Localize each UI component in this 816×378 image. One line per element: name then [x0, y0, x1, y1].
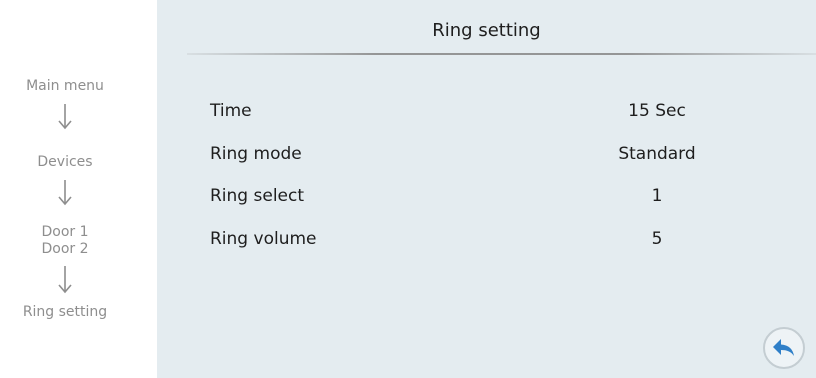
setting-value[interactable]: 1 — [587, 184, 727, 208]
setting-label: Ring volume — [210, 229, 317, 249]
flow-step-main-menu: Main menu — [26, 78, 104, 94]
setting-value[interactable]: Standard — [587, 142, 727, 166]
settings-panel: Ring setting Time 15 Sec Ring mode Stand… — [157, 0, 816, 378]
setting-value[interactable]: 15 Sec — [587, 99, 727, 123]
setting-label: Ring mode — [210, 144, 302, 164]
arrow-down-icon — [58, 266, 72, 294]
title-divider — [187, 53, 816, 55]
back-button[interactable] — [763, 327, 805, 369]
ring-setting-screen: Main menu Devices Door 1 Door 2 Ring set… — [0, 0, 816, 378]
flow-step-door-1: Door 1 — [41, 224, 89, 240]
setting-row-ring-volume[interactable]: Ring volume 5 — [157, 227, 816, 251]
back-arrow-icon — [773, 339, 794, 356]
setting-row-ring-mode[interactable]: Ring mode Standard — [157, 142, 816, 166]
flow-step-ring-setting: Ring setting — [22, 304, 108, 320]
setting-row-ring-select[interactable]: Ring select 1 — [157, 184, 816, 208]
setting-label: Time — [210, 101, 252, 121]
setting-row-time[interactable]: Time 15 Sec — [157, 99, 816, 123]
navigation-flow: Main menu Devices Door 1 Door 2 Ring set… — [0, 0, 130, 378]
arrow-down-icon — [58, 104, 72, 130]
flow-step-door-2: Door 2 — [41, 241, 89, 257]
page-title: Ring setting — [432, 20, 541, 41]
flow-step-devices: Devices — [37, 154, 93, 170]
arrow-down-icon — [58, 180, 72, 206]
setting-value[interactable]: 5 — [587, 227, 727, 251]
setting-label: Ring select — [210, 186, 305, 206]
